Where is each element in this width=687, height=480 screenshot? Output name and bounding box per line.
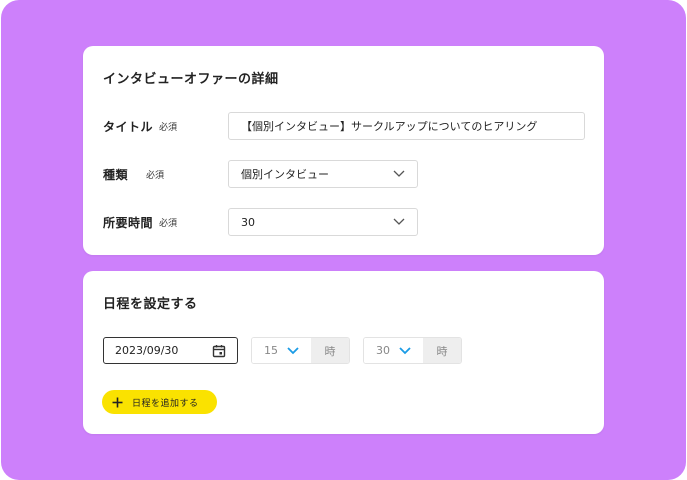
calendar-icon[interactable] <box>212 344 226 358</box>
chevron-down-icon <box>399 347 411 355</box>
type-label: 種類 <box>103 167 129 182</box>
chevron-down-icon <box>287 347 299 355</box>
duration-label: 所要時間 <box>103 215 154 230</box>
hour-value: 15 <box>264 344 278 357</box>
type-select-value: 個別インタビュー <box>241 168 329 181</box>
plus-icon <box>112 397 123 407</box>
title-input-value: 【個別インタビュー】サークルアップについてのヒアリング <box>241 120 538 133</box>
duration-select[interactable]: 30 <box>228 208 418 236</box>
duration-select-value: 30 <box>241 215 255 229</box>
schedule-title: 日程を設定する <box>103 297 198 312</box>
type-required-badge: 必須 <box>146 170 165 181</box>
type-select[interactable]: 個別インタビュー <box>228 160 418 188</box>
interview-details-card: インタビューオファーの詳細 タイトル 必須 【個別インタビュー】サークルアップに… <box>83 46 604 255</box>
duration-row: 所要時間 必須 <box>103 208 177 236</box>
minute-value: 30 <box>376 344 390 357</box>
title-row: タイトル 必須 <box>103 112 177 140</box>
hour-select[interactable]: 15 時 <box>251 337 350 364</box>
add-date-button[interactable]: 日程を追加する <box>102 390 217 414</box>
hour-select-value-box[interactable]: 15 <box>252 338 311 363</box>
chevron-down-icon <box>393 218 405 225</box>
chevron-down-icon <box>393 170 405 177</box>
minute-unit: 時 <box>423 338 461 363</box>
date-input[interactable]: 2023/09/30 <box>103 337 238 364</box>
schedule-card: 日程を設定する 2023/09/30 15 時 30 時 日程を追加する <box>83 271 604 434</box>
date-input-value: 2023/09/30 <box>115 344 179 357</box>
title-label: タイトル <box>103 119 154 134</box>
duration-required-badge: 必須 <box>159 218 178 229</box>
title-required-badge: 必須 <box>159 122 178 133</box>
type-row: 種類 必須 <box>103 160 164 188</box>
hour-unit: 時 <box>311 338 349 363</box>
title-input[interactable]: 【個別インタビュー】サークルアップについてのヒアリング <box>228 112 585 140</box>
minute-select-value-box[interactable]: 30 <box>364 338 423 363</box>
add-date-label: 日程を追加する <box>132 398 199 409</box>
minute-select[interactable]: 30 時 <box>363 337 462 364</box>
details-title: インタビューオファーの詳細 <box>103 72 279 87</box>
